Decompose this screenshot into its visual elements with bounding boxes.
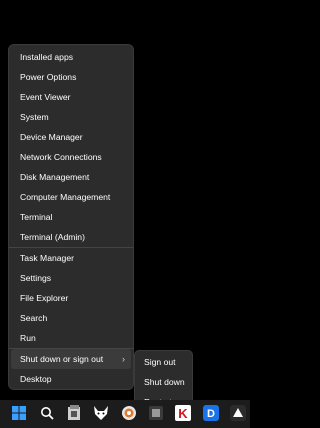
submenu-item-sign-out[interactable]: Sign out xyxy=(137,352,190,372)
menu-item-computer-management[interactable]: Computer Management xyxy=(11,187,131,207)
menu-item-desktop[interactable]: Desktop xyxy=(11,369,131,389)
k-app-icon[interactable]: K xyxy=(173,403,193,423)
menu-item-network-connections[interactable]: Network Connections xyxy=(11,147,131,167)
menu-item-device-manager[interactable]: Device Manager xyxy=(11,127,131,147)
menu-item-installed-apps[interactable]: Installed apps xyxy=(11,47,131,67)
menu-item-terminal[interactable]: Terminal xyxy=(11,207,131,227)
menu-item-event-viewer[interactable]: Event Viewer xyxy=(11,87,131,107)
wolf-app-icon[interactable] xyxy=(91,403,111,423)
chevron-right-icon: › xyxy=(122,354,125,364)
menu-item-settings[interactable]: Settings xyxy=(11,268,131,288)
menu-item-search[interactable]: Search xyxy=(11,308,131,328)
search-icon[interactable] xyxy=(37,403,57,423)
menu-item-run[interactable]: Run xyxy=(11,328,131,348)
menu-item-disk-management[interactable]: Disk Management xyxy=(11,167,131,187)
menu-item-label: Shut down or sign out xyxy=(20,354,104,364)
svg-text:K: K xyxy=(178,406,188,421)
browser-icon[interactable] xyxy=(119,403,139,423)
app-icon[interactable] xyxy=(228,403,248,423)
menu-item-shut-down-or-sign-out[interactable]: Shut down or sign out › xyxy=(11,349,131,369)
svg-text:D: D xyxy=(207,408,215,420)
app-icon[interactable] xyxy=(146,403,166,423)
menu-item-power-options[interactable]: Power Options xyxy=(11,67,131,87)
menu-item-terminal-admin[interactable]: Terminal (Admin) xyxy=(11,227,131,247)
menu-item-task-manager[interactable]: Task Manager xyxy=(11,248,131,268)
menu-item-system[interactable]: System xyxy=(11,107,131,127)
submenu-item-shut-down[interactable]: Shut down xyxy=(137,372,190,392)
menu-item-file-explorer[interactable]: File Explorer xyxy=(11,288,131,308)
winx-context-menu: Installed apps Power Options Event Viewe… xyxy=(8,44,134,390)
windows-start-icon[interactable] xyxy=(9,403,29,423)
file-explorer-icon[interactable] xyxy=(64,403,84,423)
d-app-icon[interactable]: D xyxy=(201,403,221,423)
